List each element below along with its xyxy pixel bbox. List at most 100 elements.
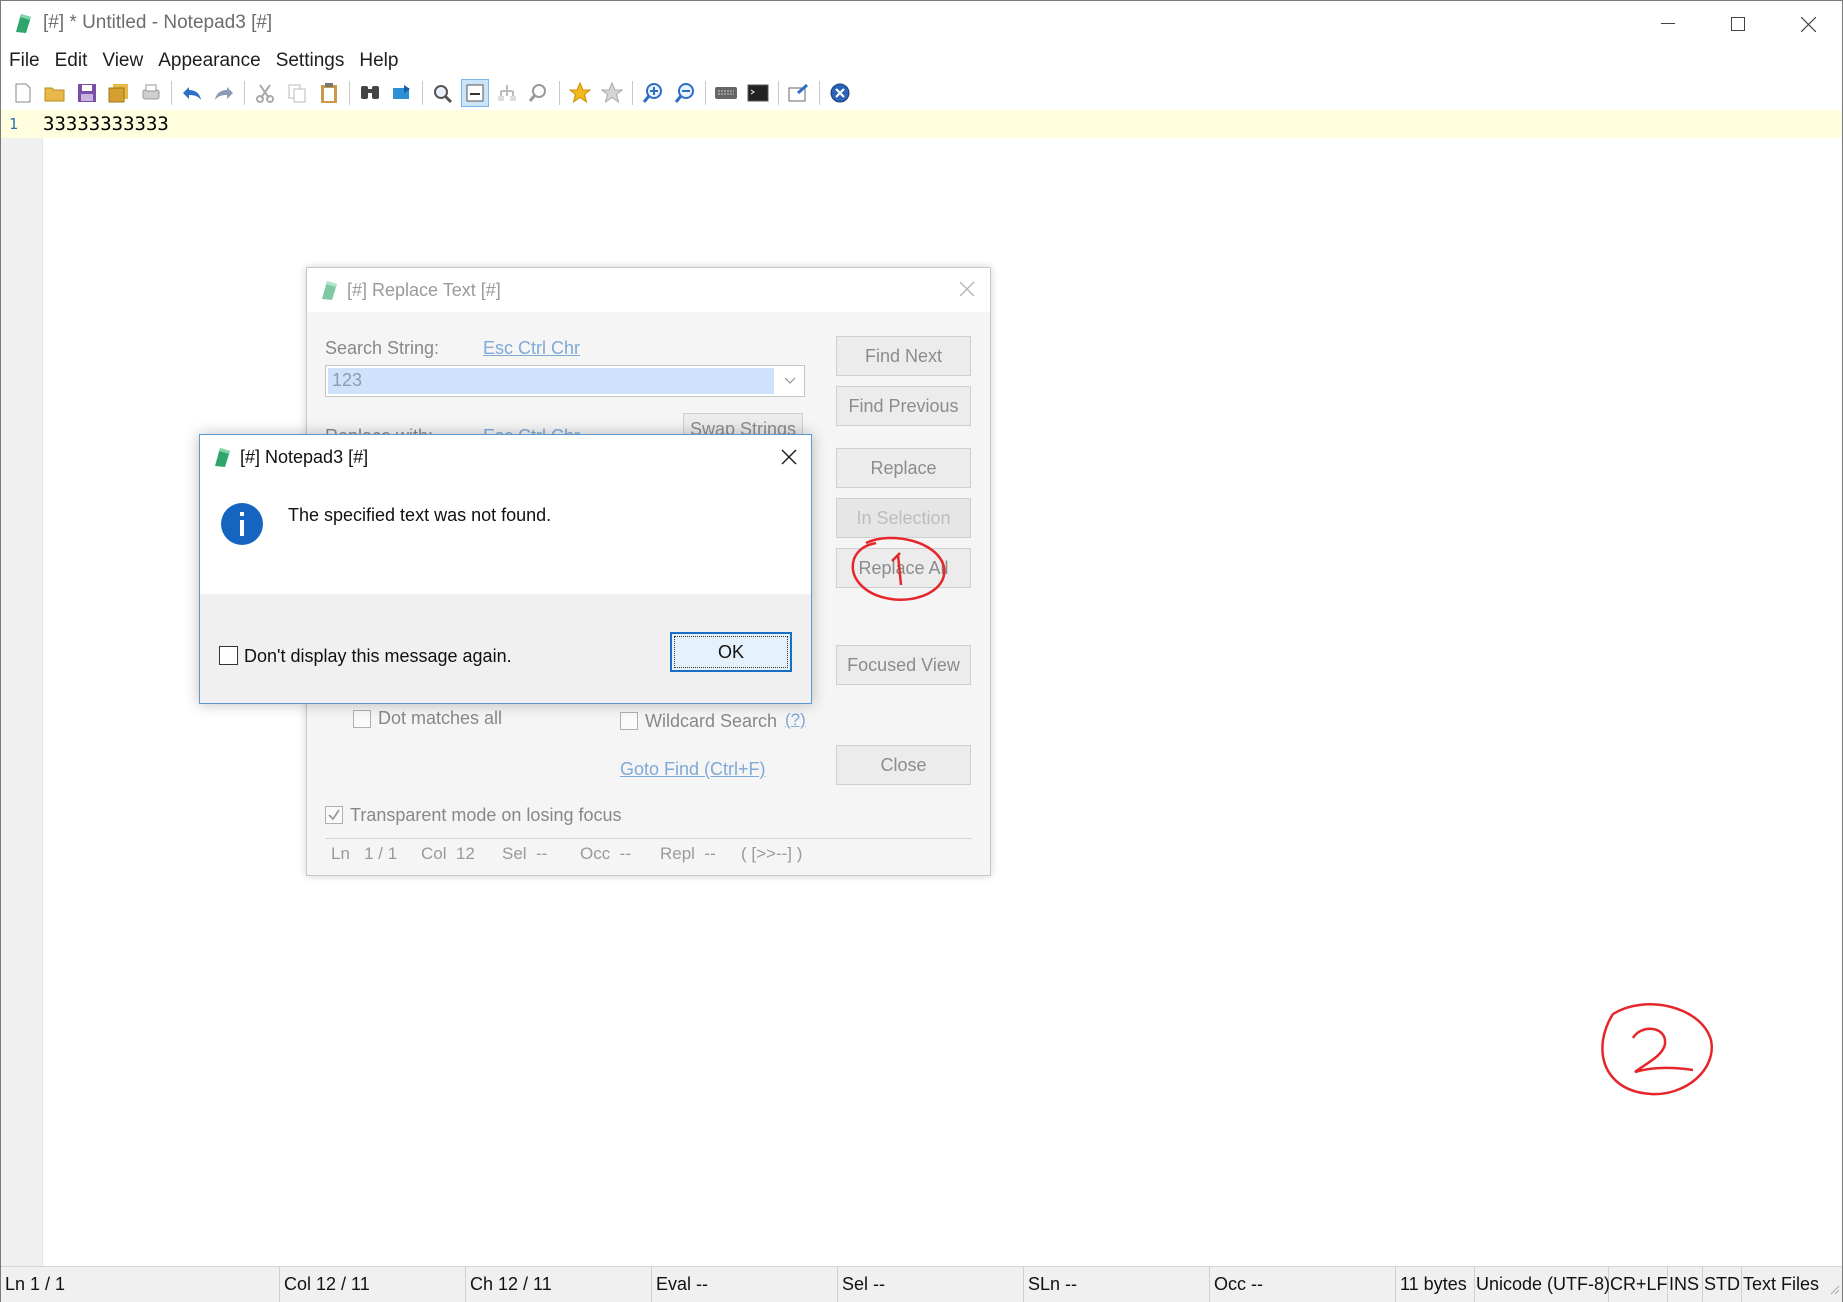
open-folder-icon[interactable]	[41, 79, 69, 107]
replace-dialog-titlebar: [#] Replace Text [#]	[307, 268, 990, 312]
wildcard-search-checkbox[interactable]	[620, 712, 638, 730]
status-line[interactable]: Ln 1 / 1	[1, 1267, 280, 1302]
status-column[interactable]: Col 12 / 11	[280, 1267, 466, 1302]
redo-icon[interactable]	[210, 79, 238, 107]
pin-icon[interactable]	[785, 79, 813, 107]
new-file-icon[interactable]	[9, 79, 37, 107]
zoom-in-icon[interactable]	[639, 79, 667, 107]
message-box-titlebar: [#] Notepad3 [#]	[200, 435, 811, 479]
favorite-star-icon[interactable]	[566, 79, 594, 107]
status-std[interactable]: STD	[1700, 1267, 1742, 1302]
dot-matches-all-label: Dot matches all	[378, 708, 503, 728]
notepad3-app-icon	[212, 446, 232, 468]
status-bar: Ln 1 / 1 Col 12 / 11 Ch 12 / 11 Eval -- …	[1, 1266, 1842, 1302]
notepad3-window: [#] * Untitled - Notepad3 [#] File Edit …	[0, 0, 1843, 1302]
notepad3-app-icon	[13, 12, 33, 34]
save-as-icon[interactable]	[105, 79, 133, 107]
replace-status-occurrences: Occ --	[580, 844, 631, 863]
search-string-combo[interactable]: 123	[325, 365, 805, 397]
print-icon[interactable]	[137, 79, 165, 107]
ok-button[interactable]: OK	[670, 632, 792, 672]
message-text: The specified text was not found.	[288, 505, 552, 525]
goto-icon[interactable]	[493, 79, 521, 107]
toolbar-separator	[819, 81, 820, 105]
current-line-highlight	[42, 110, 1842, 138]
status-character[interactable]: Ch 12 / 11	[466, 1267, 652, 1302]
maximize-button[interactable]	[1703, 1, 1773, 47]
resize-grip-icon[interactable]	[1828, 1279, 1840, 1300]
undo-icon[interactable]	[178, 79, 206, 107]
find-next-icon[interactable]	[429, 79, 457, 107]
info-icon	[220, 502, 264, 546]
menu-bar: File Edit View Appearance Settings Help	[1, 47, 1842, 75]
wildcard-help-link[interactable]: (?)	[785, 710, 806, 730]
save-icon[interactable]	[73, 79, 101, 107]
replace-status-selection: Sel --	[502, 844, 548, 863]
exit-icon[interactable]	[826, 79, 854, 107]
find-next-button[interactable]: Find Next	[836, 336, 971, 376]
dot-matches-all-checkbox[interactable]	[353, 710, 371, 728]
line-number: 1	[9, 115, 19, 133]
goto-find-link[interactable]: Goto Find (Ctrl+F)	[620, 759, 766, 780]
status-bytes[interactable]: 11 bytes	[1396, 1267, 1475, 1302]
search-string-value[interactable]: 123	[332, 370, 362, 391]
replace-status-direction: ( [>>--] )	[741, 844, 803, 863]
copy-icon[interactable]	[283, 79, 311, 107]
status-encoding[interactable]: Unicode (UTF-8)	[1472, 1267, 1610, 1302]
status-insert-mode[interactable]: INS	[1665, 1267, 1703, 1302]
zoom-find-icon[interactable]	[525, 79, 553, 107]
replace-status-column: Col 12	[421, 844, 475, 863]
replace-status-replaced: Repl --	[660, 844, 716, 863]
status-eval[interactable]: Eval --	[652, 1267, 838, 1302]
focused-view-button[interactable]: Focused View	[836, 645, 971, 685]
status-selection[interactable]: Sel --	[838, 1267, 1024, 1302]
chevron-down-icon[interactable]	[779, 368, 801, 394]
notepad3-message-box: [#] Notepad3 [#] The specified text was …	[199, 434, 812, 704]
search-string-selection	[328, 368, 774, 394]
toolbar-separator	[559, 81, 560, 105]
message-box-body: The specified text was not found.	[200, 479, 811, 594]
dont-display-checkbox[interactable]	[219, 646, 238, 665]
menu-file[interactable]: File	[1, 47, 47, 75]
toolbar-separator	[349, 81, 350, 105]
dont-display-label[interactable]: Don't display this message again.	[244, 646, 512, 667]
status-filetype[interactable]: Text Files	[1739, 1267, 1827, 1302]
status-occurrences[interactable]: Occ --	[1210, 1267, 1396, 1302]
toolbar-separator	[422, 81, 423, 105]
status-selected-lines[interactable]: SLn --	[1024, 1267, 1210, 1302]
zoom-out-icon[interactable]	[671, 79, 699, 107]
window-title: [#] * Untitled - Notepad3 [#]	[43, 12, 273, 33]
toolbar-separator	[778, 81, 779, 105]
close-icon[interactable]	[956, 278, 978, 300]
menu-settings[interactable]: Settings	[268, 47, 352, 75]
replace-button[interactable]: Replace	[836, 448, 971, 488]
menu-edit[interactable]: Edit	[47, 47, 95, 75]
in-selection-button[interactable]: In Selection	[836, 498, 971, 538]
paste-icon[interactable]	[315, 79, 343, 107]
menu-appearance[interactable]: Appearance	[150, 47, 267, 75]
find-previous-button[interactable]: Find Previous	[836, 386, 971, 426]
annotation-circle-1-icon	[851, 536, 946, 601]
close-button[interactable]: Close	[836, 745, 971, 785]
editor-line-text[interactable]: 33333333333	[43, 113, 169, 135]
annotation-circle-2-icon	[1601, 1003, 1713, 1096]
close-window-button[interactable]	[1773, 1, 1843, 47]
transparent-mode-checkbox[interactable]	[325, 806, 343, 824]
menu-help[interactable]: Help	[351, 47, 405, 75]
status-eol[interactable]: CR+LF	[1606, 1267, 1668, 1302]
close-icon[interactable]	[777, 445, 801, 469]
cut-icon[interactable]	[251, 79, 279, 107]
find-icon[interactable]	[356, 79, 384, 107]
terminal-icon[interactable]	[744, 79, 772, 107]
wildcard-search-label: Wildcard Search	[645, 711, 778, 731]
menu-view[interactable]: View	[94, 47, 150, 75]
message-box-footer: Don't display this message again. OK	[200, 594, 811, 703]
replace-icon[interactable]	[388, 79, 416, 107]
minimize-button[interactable]	[1633, 1, 1703, 47]
add-favorite-icon[interactable]	[598, 79, 626, 107]
search-esc-ctrl-chr-link[interactable]: Esc Ctrl Chr	[483, 338, 580, 359]
replace-status-line: Ln 1 / 1	[331, 844, 398, 863]
word-wrap-icon[interactable]	[461, 79, 489, 107]
keyboard-icon[interactable]	[712, 79, 740, 107]
line-number-gutter	[1, 110, 43, 1266]
